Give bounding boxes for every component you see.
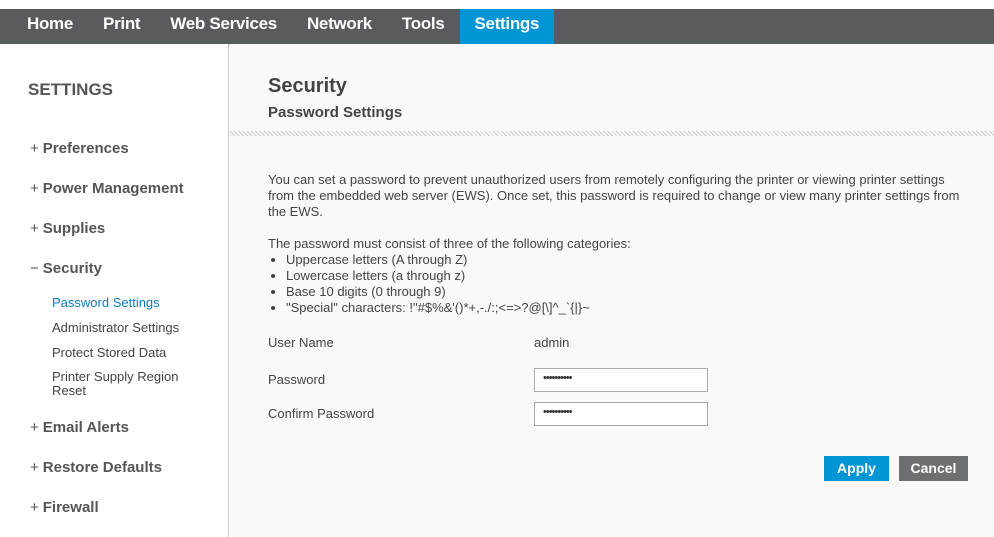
nav-network[interactable]: Network [292, 9, 387, 44]
sidebar: SETTINGS + Preferences + Power Management … [0, 44, 229, 537]
username-value: admin [534, 335, 570, 350]
confirm-password-label: Confirm Password [268, 406, 375, 421]
apply-button[interactable]: Apply [824, 456, 889, 481]
sidebar-item-email-alerts[interactable]: + Email Alerts [30, 419, 129, 436]
sidebar-item-label: Power Management [42, 180, 184, 197]
sidebar-item-label: Email Alerts [42, 419, 129, 436]
sidebar-item-supplies[interactable]: + Supplies [30, 220, 105, 237]
sidebar-item-firewall[interactable]: + Firewall [30, 499, 99, 516]
sidebar-item-label: Security [42, 260, 102, 277]
rule-item: Base 10 digits (0 through 9) [286, 284, 968, 300]
confirm-password-input[interactable]: •••••••••• [534, 402, 708, 426]
username-label: User Name [268, 335, 334, 350]
main-content: Security Password Settings You can set a… [230, 44, 994, 537]
expand-icon: + [30, 140, 39, 157]
intro-text: You can set a password to prevent unauth… [268, 172, 960, 219]
nav-print[interactable]: Print [88, 9, 155, 44]
top-nav: Home Print Web Services Network Tools Se… [0, 9, 994, 44]
rule-item: "Special" characters: !"#$%&'()*+,-./:;<… [286, 300, 968, 316]
sidebar-item-power-management[interactable]: + Power Management [30, 180, 184, 197]
sidebar-sub-supply-region-reset[interactable]: Printer Supply Region Reset [52, 370, 202, 398]
rules-list: Uppercase letters (A through Z) Lowercas… [268, 252, 968, 316]
rules-intro: The password must consist of three of th… [268, 236, 631, 251]
expand-icon: + [30, 459, 39, 476]
sidebar-item-label: Restore Defaults [42, 459, 162, 476]
nav-tools[interactable]: Tools [387, 9, 460, 44]
nav-web-services[interactable]: Web Services [155, 9, 292, 44]
sidebar-item-restore-defaults[interactable]: + Restore Defaults [30, 459, 162, 476]
nav-settings[interactable]: Settings [459, 9, 555, 44]
expand-icon: + [30, 499, 39, 516]
nav-home[interactable]: Home [0, 9, 88, 44]
expand-icon: + [30, 220, 39, 237]
sidebar-title: SETTINGS [28, 80, 114, 99]
sidebar-sub-protect-stored-data[interactable]: Protect Stored Data [52, 346, 202, 360]
sidebar-sub-administrator-settings[interactable]: Administrator Settings [52, 321, 202, 335]
sidebar-item-security[interactable]: − Security [30, 260, 102, 277]
page-subtitle: Password Settings [268, 104, 403, 121]
sidebar-item-label: Preferences [42, 140, 129, 157]
password-input[interactable]: •••••••••• [534, 368, 708, 392]
expand-icon: + [30, 419, 39, 436]
sidebar-item-label: Supplies [42, 220, 106, 237]
sidebar-item-label: Firewall [42, 499, 99, 516]
rule-item: Uppercase letters (A through Z) [286, 252, 968, 268]
sidebar-sub-password-settings[interactable]: Password Settings [52, 296, 202, 310]
expand-icon: + [30, 180, 39, 197]
sidebar-item-preferences[interactable]: + Preferences [30, 140, 129, 157]
page-title: Security [268, 75, 347, 97]
password-label: Password [268, 372, 326, 387]
collapse-icon: − [30, 260, 39, 277]
rule-item: Lowercase letters (a through z) [286, 268, 968, 284]
divider [230, 131, 994, 136]
cancel-button[interactable]: Cancel [899, 456, 968, 481]
